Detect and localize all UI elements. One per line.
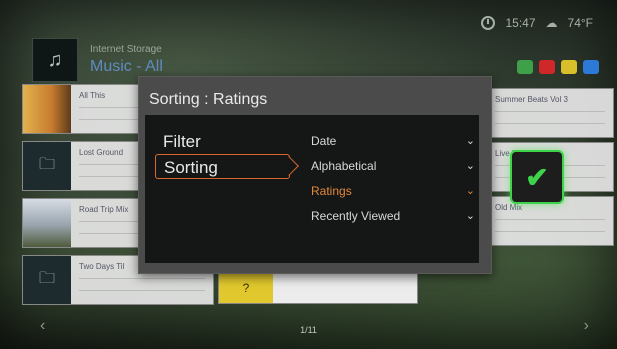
option-label: Date <box>311 134 337 148</box>
tile-thumb <box>23 85 71 133</box>
folder-icon: 🗀 <box>23 142 71 190</box>
option-alphabetical[interactable]: Alphabetical ⌄ <box>311 154 481 179</box>
checkmark-icon: ✔ <box>525 161 549 193</box>
chevron-down-icon: ⌄ <box>465 160 475 172</box>
tile-title: Old Mix <box>495 203 523 212</box>
section-title: Music - All <box>90 58 163 75</box>
tile-line <box>79 278 205 279</box>
tile-title: Road Trip Mix <box>79 205 129 214</box>
confirm-checkmark-button[interactable]: ✔ <box>510 150 564 204</box>
weather-icon: ☁ <box>545 16 558 30</box>
sort-options: Date ⌄ Alphabetical ⌄ Ratings ⌄ Recently… <box>311 129 481 229</box>
next-page-icon[interactable]: › <box>584 317 589 335</box>
grid-tile[interactable]: ? <box>218 272 418 304</box>
color-keys <box>517 60 599 74</box>
tile-title: Summer Beats Vol 3 <box>495 95 568 104</box>
option-ratings[interactable]: Ratings ⌄ <box>311 179 481 204</box>
dialog-title: Sorting : Ratings <box>149 91 268 108</box>
menu-item-sorting[interactable]: Sorting <box>155 154 290 179</box>
sort-dialog: Sorting : Ratings Filter Sorting Date ⌄ … <box>138 76 492 274</box>
menu-item-filter[interactable]: Filter <box>155 129 293 154</box>
option-label: Ratings <box>311 184 352 198</box>
tile-title: All This <box>79 91 106 100</box>
tile-line <box>495 123 605 124</box>
music-app-icon: ♫ <box>32 38 78 82</box>
option-date[interactable]: Date ⌄ <box>311 129 481 154</box>
tile-title: Two Days Til <box>79 262 125 271</box>
option-recently-viewed[interactable]: Recently Viewed ⌄ <box>311 204 481 229</box>
clock-icon <box>481 16 496 30</box>
tile-thumb <box>23 199 71 247</box>
tile-line <box>495 111 605 112</box>
chevron-down-icon: ⌄ <box>465 210 475 222</box>
tile-line <box>79 290 205 291</box>
red-key[interactable] <box>539 60 555 74</box>
tile-thumb: ? <box>219 273 273 303</box>
chevron-down-icon: ⌄ <box>465 135 475 147</box>
chevron-down-icon: ⌄ <box>465 185 475 197</box>
option-label: Recently Viewed <box>311 209 401 223</box>
yellow-key[interactable] <box>561 60 577 74</box>
status-bar: 15:47 ☁ 74°F <box>481 16 593 30</box>
storage-label: Internet Storage <box>90 44 162 55</box>
folder-icon: 🗀 <box>23 256 71 304</box>
tile-line <box>495 231 605 232</box>
temperature: 74°F <box>567 16 593 30</box>
dialog-body: Filter Sorting Date ⌄ Alphabetical ⌄ Rat… <box>145 115 479 263</box>
filter-sort-menu: Filter Sorting <box>155 129 293 179</box>
tile-line <box>495 219 605 220</box>
green-key[interactable] <box>517 60 533 74</box>
page-indicator: 1/11 <box>300 325 317 335</box>
blue-key[interactable] <box>583 60 599 74</box>
option-label: Alphabetical <box>311 159 377 173</box>
grid-tile[interactable]: Summer Beats Vol 3 <box>480 88 614 138</box>
clock-time: 15:47 <box>505 16 536 30</box>
tile-title: Lost Ground <box>79 148 124 157</box>
